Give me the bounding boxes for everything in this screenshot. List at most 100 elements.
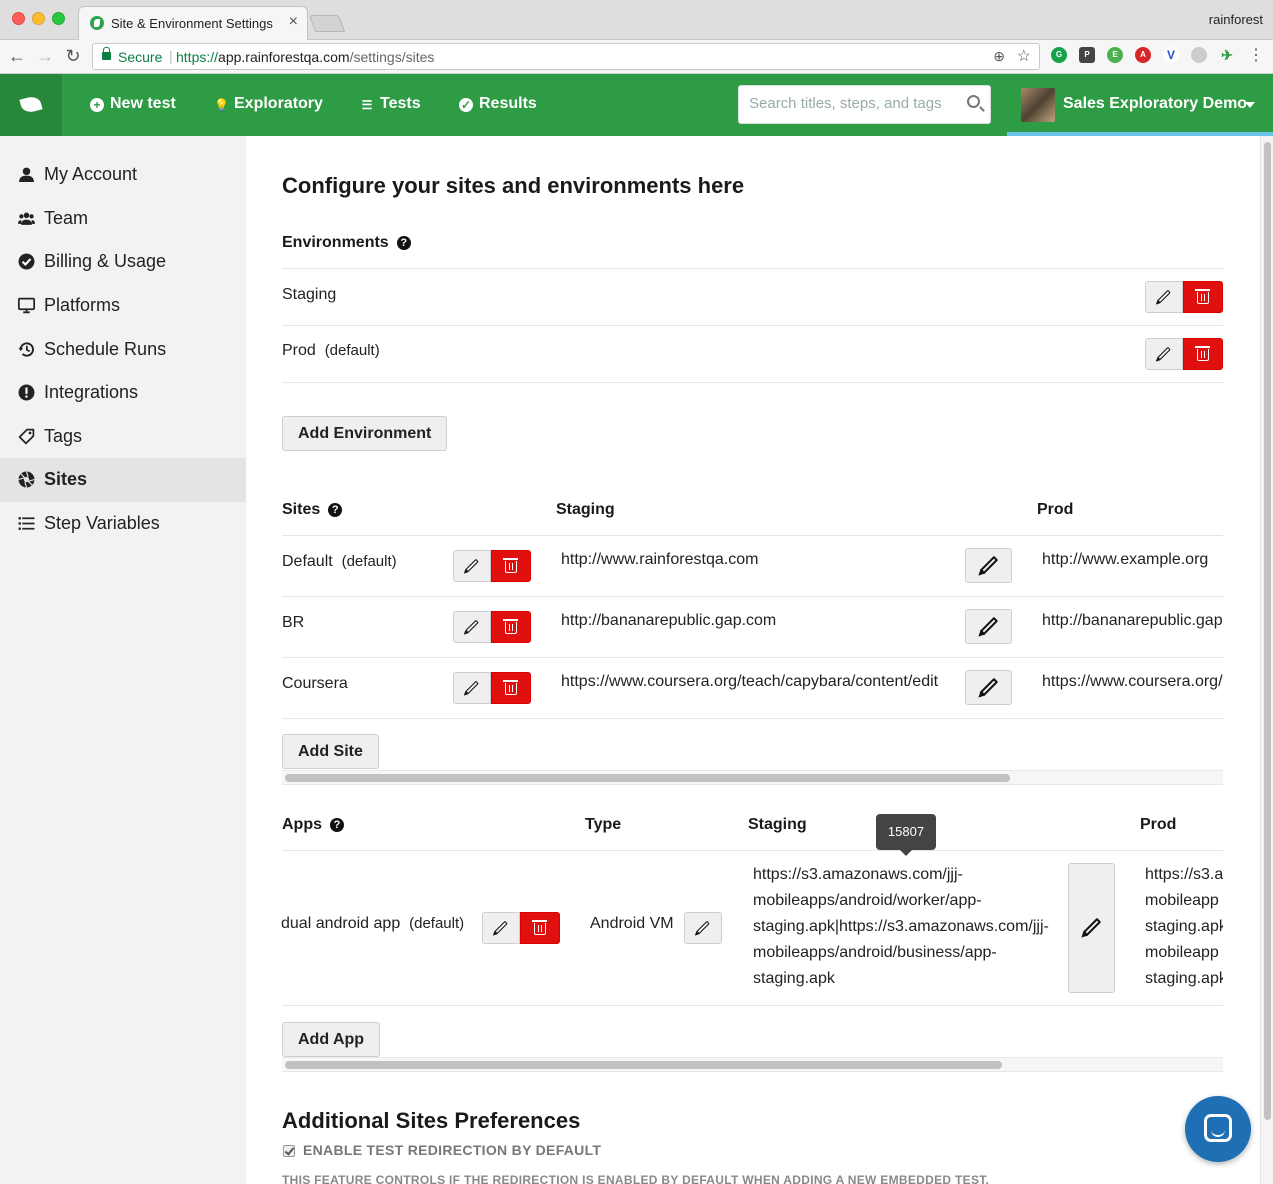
- sidebar-item-billing[interactable]: Billing & Usage: [0, 240, 246, 284]
- close-window-button[interactable]: [12, 12, 25, 25]
- pocket-extension-icon[interactable]: P: [1079, 47, 1095, 63]
- help-icon[interactable]: ?: [328, 503, 343, 517]
- environment-name: Prod (default): [282, 342, 380, 359]
- reload-icon[interactable]: ↻: [62, 45, 84, 67]
- edit-environment-button[interactable]: [1145, 281, 1183, 313]
- tag-icon: [18, 428, 35, 445]
- delete-site-button[interactable]: [491, 672, 531, 704]
- apps-prod-header: Prod: [1140, 816, 1177, 833]
- sidebar-item-label: Schedule Runs: [44, 339, 167, 359]
- chat-icon: [1204, 1114, 1232, 1142]
- app-staging-url: https://s3.amazonaws.com/jjj- mobileapps…: [753, 866, 1049, 987]
- circle-extension-icon[interactable]: [1191, 47, 1207, 63]
- edit-app-button[interactable]: [482, 912, 520, 944]
- edit-site-button[interactable]: [453, 550, 491, 582]
- new-tab-button[interactable]: [308, 15, 346, 32]
- nav-results[interactable]: ✓ Results: [459, 95, 537, 113]
- sidebar-item-step-variables[interactable]: Step Variables: [0, 502, 246, 546]
- browser-tab[interactable]: Site & Environment Settings ×: [78, 6, 308, 41]
- delete-site-button[interactable]: [491, 611, 531, 643]
- pencil-icon: [979, 555, 998, 574]
- divider: [282, 850, 1223, 851]
- divider: [282, 718, 1223, 719]
- search-input[interactable]: [749, 95, 959, 112]
- trash-icon: [503, 680, 518, 695]
- sidebar-item-tags[interactable]: Tags: [0, 415, 246, 459]
- v-extension-icon[interactable]: V: [1163, 47, 1179, 63]
- help-icon[interactable]: ?: [396, 236, 411, 250]
- scrollbar-thumb[interactable]: [1264, 142, 1271, 1120]
- edit-site-button[interactable]: [453, 672, 491, 704]
- address-bar[interactable]: Secure | https://app.rainforestqa.com/se…: [92, 43, 1040, 70]
- nav-new-test[interactable]: + New test: [90, 95, 176, 113]
- divider: [282, 1005, 1223, 1006]
- browser-profile-name[interactable]: rainforest: [1209, 12, 1263, 27]
- adblock-extension-icon[interactable]: A: [1135, 47, 1151, 63]
- site-prod-url: http://www.example.org: [1042, 551, 1209, 568]
- enable-redirection-checkbox[interactable]: [283, 1145, 295, 1157]
- trash-icon: [1195, 289, 1210, 304]
- apps-type-header: Type: [585, 816, 622, 833]
- add-app-button[interactable]: Add App: [282, 1022, 381, 1057]
- check-circle-icon: ✓: [459, 98, 473, 112]
- scrollbar-thumb[interactable]: [285, 1061, 1002, 1069]
- menu-dots-icon[interactable]: ⋮: [1245, 45, 1267, 67]
- app-type: Android VM: [590, 915, 674, 932]
- evernote-extension-icon[interactable]: E: [1107, 47, 1123, 63]
- pencil-icon: [979, 616, 998, 635]
- sidebar-item-my-account[interactable]: My Account: [0, 153, 246, 197]
- enable-redirection-label[interactable]: ENABLE TEST REDIRECTION BY DEFAULT: [303, 1142, 601, 1158]
- app-name: dual android app (default): [281, 915, 465, 932]
- edit-site-staging-url-button[interactable]: [965, 609, 1012, 644]
- edit-site-button[interactable]: [453, 611, 491, 643]
- edit-app-type-button[interactable]: [684, 912, 722, 944]
- page-vertical-scrollbar[interactable]: [1260, 136, 1273, 1184]
- delete-environment-button[interactable]: [1183, 281, 1223, 313]
- back-arrow-icon[interactable]: ←: [6, 45, 28, 67]
- sidebar-item-label: Sites: [44, 469, 88, 489]
- close-tab-icon[interactable]: ×: [289, 13, 298, 31]
- grammarly-extension-icon[interactable]: G: [1051, 47, 1067, 63]
- forward-arrow-icon[interactable]: →: [34, 45, 56, 67]
- sidebar-item-integrations[interactable]: Integrations: [0, 371, 246, 415]
- help-icon[interactable]: ?: [330, 818, 344, 832]
- add-environment-button[interactable]: Add Environment: [282, 416, 448, 451]
- add-site-button[interactable]: Add Site: [282, 734, 379, 769]
- sidebar-item-schedule-runs[interactable]: Schedule Runs: [0, 328, 246, 372]
- delete-environment-button[interactable]: [1183, 338, 1223, 370]
- edit-site-staging-url-button[interactable]: [965, 670, 1012, 705]
- edit-site-staging-url-button[interactable]: [965, 548, 1012, 583]
- zoom-window-button[interactable]: [52, 12, 65, 25]
- sidebar-item-sites[interactable]: Sites: [0, 458, 246, 502]
- avatar: [1021, 88, 1055, 122]
- apps-horizontal-scrollbar[interactable]: [282, 1057, 1223, 1072]
- trash-icon: [503, 558, 518, 573]
- search-icon[interactable]: [967, 95, 980, 108]
- sites-horizontal-scrollbar[interactable]: [282, 770, 1223, 785]
- nav-tests[interactable]: ☰ Tests: [360, 95, 421, 113]
- apps-staging-header: Staging: [748, 816, 807, 833]
- nav-exploratory[interactable]: 💡 Exploratory: [214, 95, 323, 113]
- minimize-window-button[interactable]: [32, 12, 45, 25]
- edit-app-staging-url-button[interactable]: [1068, 863, 1115, 993]
- scrollbar-thumb[interactable]: [285, 774, 1010, 782]
- sidebar-item-label: Billing & Usage: [44, 251, 167, 271]
- exclamation-circle-icon: [18, 384, 35, 401]
- bookmark-star-icon[interactable]: ☆: [1017, 46, 1031, 66]
- delete-app-button[interactable]: [520, 912, 560, 944]
- rainforest-extension-icon[interactable]: ✈: [1219, 47, 1235, 63]
- zoom-icon[interactable]: ⊕: [993, 48, 1005, 65]
- sidebar-item-platforms[interactable]: Platforms: [0, 284, 246, 328]
- delete-site-button[interactable]: [491, 550, 531, 582]
- environment-name: Staging: [282, 286, 337, 303]
- pencil-icon: [465, 680, 479, 695]
- chat-launcher-button[interactable]: [1185, 1096, 1251, 1162]
- site-staging-url: http://www.rainforestqa.com: [561, 551, 759, 568]
- account-menu[interactable]: Sales Exploratory Demo: [1007, 74, 1273, 136]
- browser-toolbar: ← → ↻ Secure | https://app.rainforestqa.…: [0, 40, 1273, 74]
- pencil-icon: [465, 558, 479, 573]
- edit-environment-button[interactable]: [1145, 338, 1183, 370]
- rainforest-logo[interactable]: [0, 74, 62, 136]
- site-staging-url: http://bananarepublic.gap.com: [561, 612, 777, 629]
- sidebar-item-team[interactable]: Team: [0, 197, 246, 241]
